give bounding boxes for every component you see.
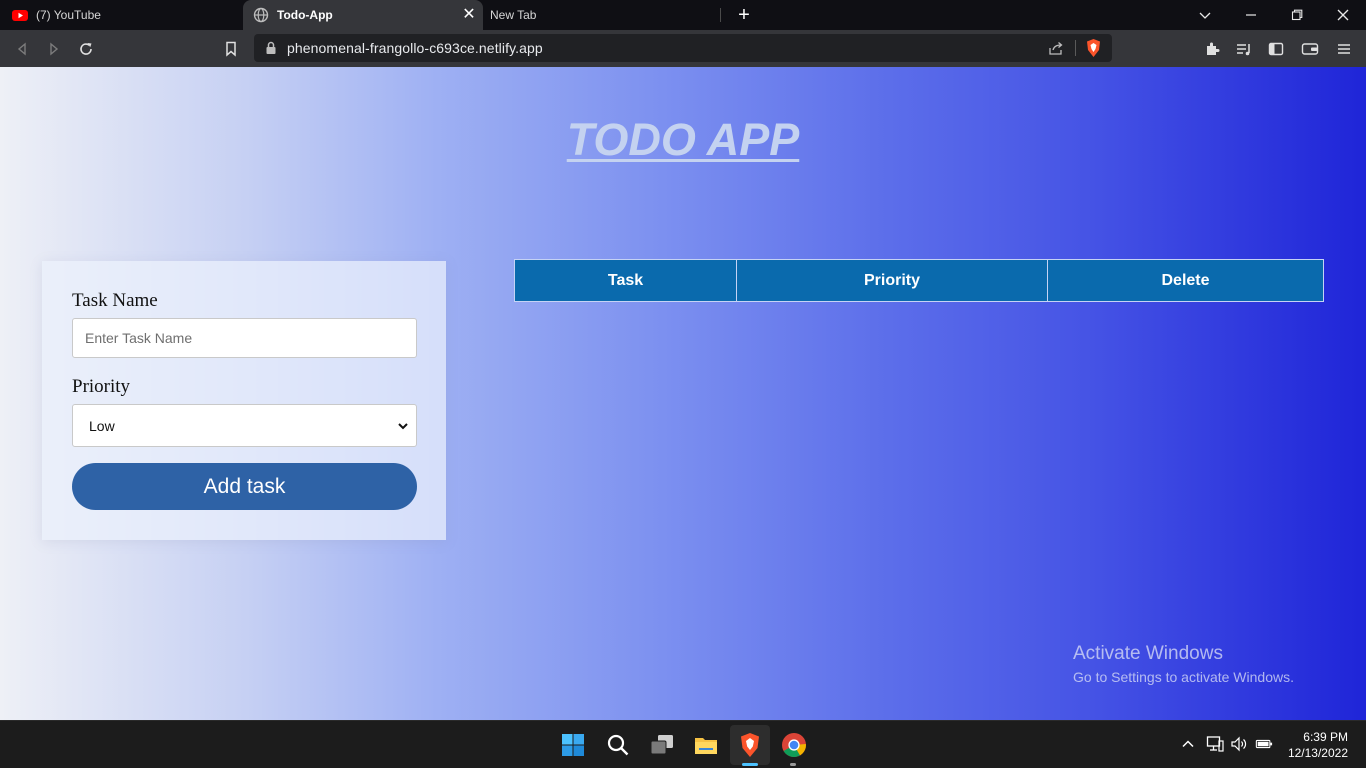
close-window-icon[interactable] <box>1320 0 1366 30</box>
column-header-task: Task <box>515 260 737 301</box>
battery-icon[interactable] <box>1255 735 1273 753</box>
active-indicator <box>742 763 758 766</box>
forward-icon[interactable] <box>44 39 64 59</box>
task-form-card: Task Name Priority Low Add task <box>42 261 446 540</box>
clock-date: 12/13/2022 <box>1287 746 1348 760</box>
brave-shields-icon[interactable] <box>1085 38 1102 63</box>
tab-search-chevron-icon[interactable] <box>1182 0 1228 30</box>
reload-icon[interactable] <box>76 39 96 59</box>
tab-label: (7) YouTube <box>36 8 101 22</box>
globe-icon <box>253 7 269 23</box>
windows-start-icon[interactable] <box>557 729 589 761</box>
priority-label: Priority <box>72 376 131 397</box>
sidebar-icon[interactable] <box>1266 39 1286 59</box>
task-view-icon[interactable] <box>646 729 678 761</box>
youtube-icon <box>12 7 28 23</box>
close-icon[interactable]: ✕ <box>461 7 477 23</box>
chrome-icon[interactable] <box>778 729 810 761</box>
restore-icon[interactable] <box>1274 0 1320 30</box>
column-header-priority: Priority <box>737 260 1048 301</box>
activate-windows-watermark: Activate Windows Go to Settings to activ… <box>1073 643 1294 685</box>
playlist-icon[interactable] <box>1234 39 1254 59</box>
minimize-icon[interactable] <box>1228 0 1274 30</box>
chevron-up-icon[interactable] <box>1179 735 1197 753</box>
tab-todo-app[interactable]: Todo-App ✕ <box>243 0 483 30</box>
task-name-label: Task Name <box>72 290 158 311</box>
priority-select[interactable]: Low <box>72 404 417 447</box>
tab-strip: (7) YouTube Todo-App ✕ New Tab + <box>0 0 1366 30</box>
running-indicator <box>790 763 796 766</box>
extensions-icon[interactable] <box>1202 39 1222 59</box>
taskbar: 6:39 PM 12/13/2022 <box>0 720 1366 768</box>
browser-toolbar: phenomenal-frangollo-c693ce.netlify.app <box>0 30 1366 67</box>
column-header-delete: Delete <box>1161 271 1210 289</box>
watermark-subtitle: Go to Settings to activate Windows. <box>1073 669 1294 685</box>
tab-separator <box>720 8 721 22</box>
priority-selected-value: Low <box>89 418 115 434</box>
tab-label: Todo-App <box>277 8 333 22</box>
back-icon[interactable] <box>12 39 32 59</box>
tab-new-tab[interactable]: New Tab <box>490 0 720 30</box>
network-icon[interactable] <box>1206 735 1224 753</box>
bookmark-icon[interactable] <box>221 39 241 59</box>
url-text: phenomenal-frangollo-c693ce.netlify.app <box>287 40 543 56</box>
wallet-icon[interactable] <box>1300 39 1320 59</box>
watermark-title: Activate Windows <box>1073 643 1223 664</box>
clock-time: 6:39 PM <box>1303 730 1348 744</box>
url-divider <box>1075 40 1076 56</box>
page-content: TODO APP Task Name Priority Low Add task… <box>0 67 1366 720</box>
task-table-header: Task Priority Delete <box>514 259 1324 302</box>
address-bar[interactable]: phenomenal-frangollo-c693ce.netlify.app <box>254 34 1112 62</box>
tab-youtube[interactable]: (7) YouTube <box>12 0 240 30</box>
page-title: TODO APP <box>566 114 800 165</box>
brave-browser-icon[interactable] <box>734 729 766 761</box>
chevron-down-icon <box>396 419 410 433</box>
tab-label: New Tab <box>490 8 537 22</box>
volume-icon[interactable] <box>1230 735 1248 753</box>
system-clock[interactable]: 6:39 PM 12/13/2022 <box>1288 729 1348 761</box>
lock-icon <box>265 41 277 60</box>
file-explorer-icon[interactable] <box>690 729 722 761</box>
menu-icon[interactable] <box>1334 39 1354 59</box>
search-icon[interactable] <box>602 729 634 761</box>
new-tab-plus-icon[interactable]: + <box>734 5 754 25</box>
add-task-button[interactable]: Add task <box>72 463 417 510</box>
share-icon[interactable] <box>1048 40 1064 61</box>
task-name-input[interactable] <box>72 318 417 358</box>
